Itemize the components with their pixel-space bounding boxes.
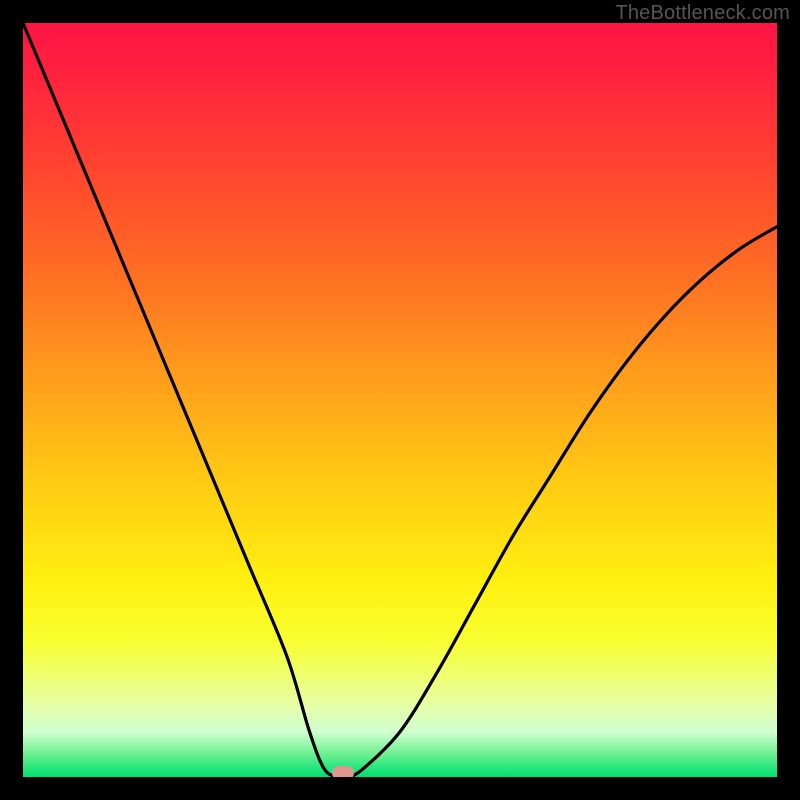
optimal-point-marker (332, 766, 354, 777)
plot-area (23, 23, 777, 777)
bottleneck-curve (23, 23, 777, 777)
chart-frame: TheBottleneck.com (0, 0, 800, 800)
watermark-text: TheBottleneck.com (615, 2, 790, 25)
